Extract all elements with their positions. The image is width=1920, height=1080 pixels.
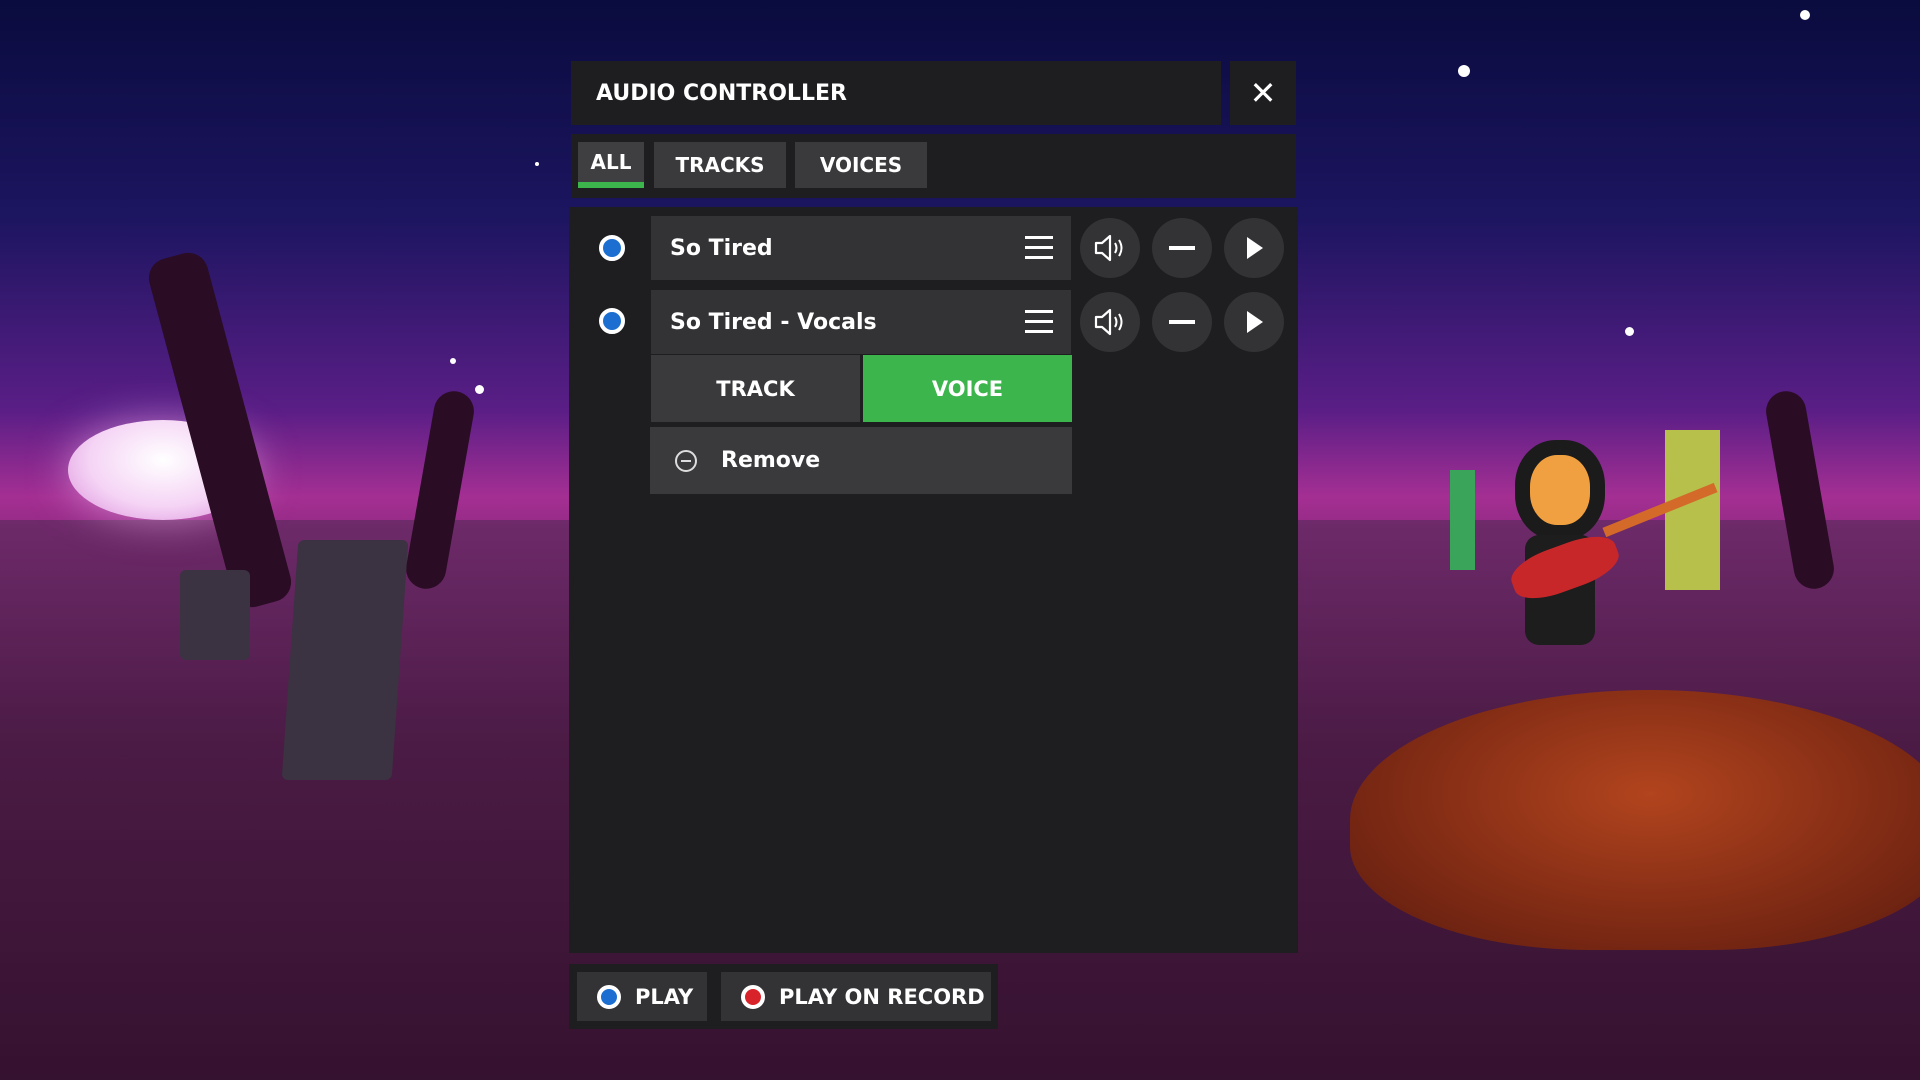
star xyxy=(535,162,539,166)
star xyxy=(1625,327,1634,336)
gravestone xyxy=(281,540,409,780)
record-radio-icon xyxy=(741,984,765,1009)
volume-button[interactable] xyxy=(1080,218,1140,278)
tab-voices[interactable]: VOICES xyxy=(795,142,927,188)
play-toggle-button[interactable]: PLAY xyxy=(577,972,707,1021)
play-button[interactable] xyxy=(1224,218,1284,278)
pillar xyxy=(1450,470,1475,570)
play-label: PLAY xyxy=(635,984,694,1009)
remove-circle-icon xyxy=(675,449,697,472)
tab-bar: ALL TRACKS VOICES xyxy=(571,134,1296,198)
minus-icon xyxy=(1169,320,1195,324)
minus-icon xyxy=(1169,246,1195,250)
track-row[interactable]: So Tired xyxy=(651,216,1071,280)
star xyxy=(450,358,456,364)
menu-icon[interactable] xyxy=(1025,310,1053,334)
play-icon xyxy=(1247,237,1263,259)
skeleton-skull xyxy=(1530,455,1590,525)
type-voice-button[interactable]: VOICE xyxy=(863,355,1072,422)
play-icon xyxy=(1247,311,1263,333)
close-icon: ✕ xyxy=(1249,74,1277,112)
play-radio-icon xyxy=(597,984,621,1009)
menu-icon[interactable] xyxy=(1025,236,1053,260)
window-title: AUDIO CONTROLLER xyxy=(571,61,1221,125)
track-name: So Tired - Vocals xyxy=(670,309,877,335)
volume-button[interactable] xyxy=(1080,292,1140,352)
minus-button[interactable] xyxy=(1152,218,1212,278)
star xyxy=(1800,10,1810,20)
track-name: So Tired xyxy=(670,235,773,261)
track-select-radio[interactable] xyxy=(599,308,625,334)
track-select-radio[interactable] xyxy=(599,235,625,261)
star xyxy=(1458,65,1470,77)
type-track-button[interactable]: TRACK xyxy=(651,355,860,422)
minus-button[interactable] xyxy=(1152,292,1212,352)
remove-label: Remove xyxy=(721,448,821,473)
speaker-icon xyxy=(1094,234,1123,262)
remove-button[interactable]: Remove xyxy=(650,427,1072,494)
speaker-icon xyxy=(1094,308,1123,336)
track-row[interactable]: So Tired - Vocals xyxy=(651,290,1071,354)
play-button[interactable] xyxy=(1224,292,1284,352)
tab-all[interactable]: ALL xyxy=(578,142,644,188)
leaf-mound xyxy=(1350,690,1920,950)
bottom-bar: PLAY PLAY ON RECORD xyxy=(569,964,998,1029)
play-on-record-button[interactable]: PLAY ON RECORD xyxy=(721,972,991,1021)
play-on-record-label: PLAY ON RECORD xyxy=(779,984,985,1009)
close-button[interactable]: ✕ xyxy=(1230,61,1296,125)
gravestone xyxy=(180,570,250,660)
star xyxy=(475,385,484,394)
tab-tracks[interactable]: TRACKS xyxy=(654,142,786,188)
